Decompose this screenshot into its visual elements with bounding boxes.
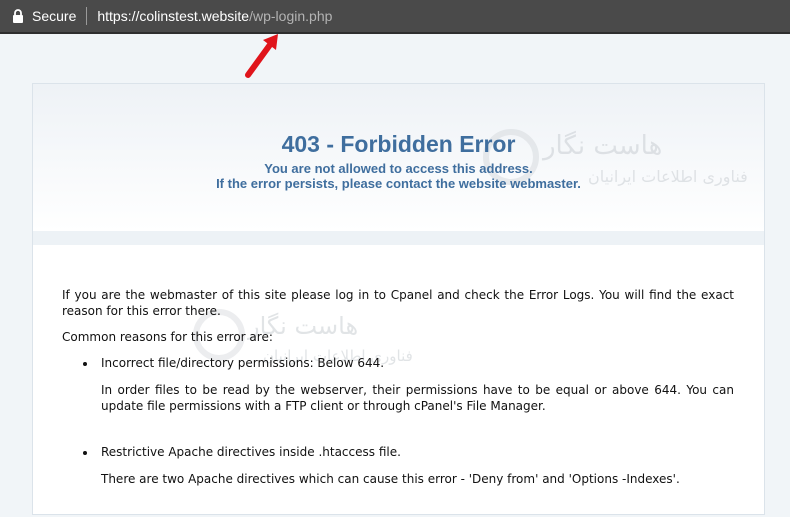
- reason-detail: There are two Apache directives which ca…: [101, 472, 680, 486]
- address-separator: [86, 7, 88, 25]
- lock-icon: [12, 8, 26, 24]
- header-divider: [33, 231, 764, 245]
- bullet-icon: [83, 362, 87, 366]
- error-explanation: If you are the webmaster of this site pl…: [62, 287, 734, 517]
- error-message-line1: You are not allowed to access this addre…: [264, 161, 533, 176]
- list-item: Incorrect file/directory permissions: Be…: [83, 355, 734, 414]
- annotation-arrow-icon: [245, 34, 278, 78]
- list-item: Restrictive Apache directives inside .ht…: [83, 444, 734, 487]
- secure-label: Secure: [32, 8, 77, 24]
- reason-title: Incorrect file/directory permissions: Be…: [101, 356, 385, 370]
- intro-paragraph: If you are the webmaster of this site pl…: [62, 288, 734, 318]
- url-host[interactable]: https://colinstest.website: [97, 8, 249, 24]
- error-message-line2: If the error persists, please contact th…: [216, 176, 581, 191]
- reason-detail: In order files to be read by the webserv…: [101, 383, 734, 413]
- reason-title: Restrictive Apache directives inside .ht…: [101, 445, 401, 459]
- browser-address-bar[interactable]: Secure https://colinstest.website /wp-lo…: [0, 0, 790, 34]
- error-title: 403 - Forbidden Error: [281, 131, 516, 157]
- bullet-icon: [83, 451, 87, 455]
- reasons-list: Incorrect file/directory permissions: Be…: [62, 355, 734, 487]
- reasons-heading: Common reasons for this error are:: [62, 330, 273, 344]
- url-path[interactable]: /wp-login.php: [249, 8, 332, 24]
- error-panel: هاست نگار فناوری اطلاعات ایرانیان 403 - …: [32, 83, 765, 515]
